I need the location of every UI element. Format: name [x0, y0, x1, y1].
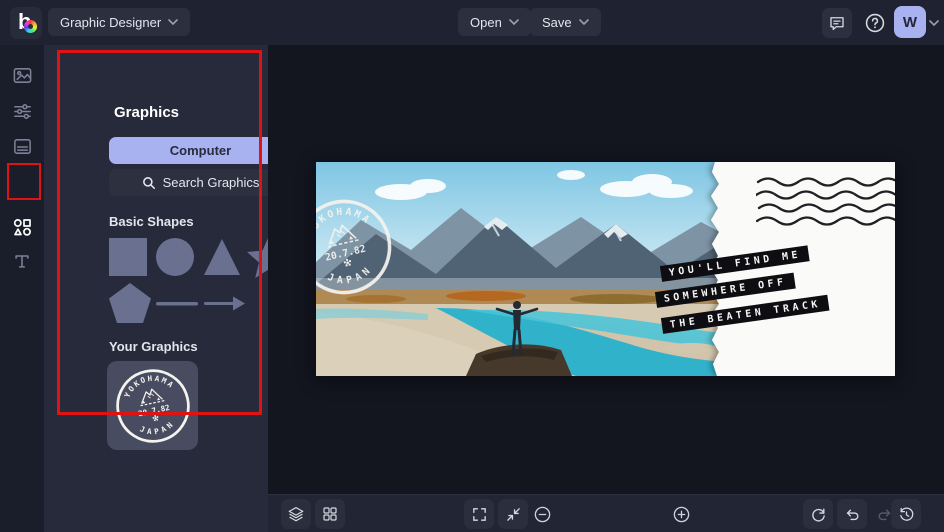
sidebar-item-text[interactable] — [0, 243, 44, 279]
expand-icon — [471, 506, 488, 523]
app-logo[interactable]: b — [10, 7, 42, 39]
color-wheel-icon — [24, 20, 37, 33]
app-mode-label: Graphic Designer — [60, 15, 161, 30]
zoom-in-button[interactable] — [666, 499, 696, 529]
canvas-workspace: YOU'LL FIND ME SOMEWHERE OFF THE BEATEN … — [268, 45, 944, 494]
search-icon — [142, 176, 156, 190]
computer-upload-button[interactable]: Computer — [109, 137, 292, 164]
avatar-initial: W — [903, 14, 917, 31]
sidebar-item-graphics[interactable] — [0, 209, 44, 245]
design-canvas[interactable]: YOU'LL FIND ME SOMEWHERE OFF THE BEATEN … — [316, 162, 895, 376]
help-button[interactable] — [860, 8, 890, 38]
sidebar-item-adjustments[interactable] — [0, 93, 44, 129]
save-button[interactable]: Save — [530, 8, 601, 36]
refresh-icon — [810, 506, 827, 523]
computer-label: Computer — [170, 143, 231, 158]
your-graphics-label: Your Graphics — [109, 339, 198, 354]
graphics-panel: Graphics Computer Search Graphics Basic … — [44, 45, 268, 532]
reset-button[interactable] — [803, 499, 833, 529]
search-graphics-button[interactable]: Search Graphics — [109, 169, 292, 196]
left-toolbar — [0, 45, 45, 532]
plus-circle-icon — [672, 505, 691, 524]
fullscreen-button[interactable] — [464, 499, 494, 529]
app-window: b Graphic Designer Open Save W — [0, 0, 944, 532]
app-mode-menu[interactable]: Graphic Designer — [48, 8, 190, 36]
basic-shapes-label: Basic Shapes — [109, 214, 194, 229]
open-label: Open — [470, 15, 502, 30]
help-icon — [864, 12, 886, 34]
basic-shapes-header[interactable]: Basic Shapes — [109, 213, 292, 229]
chevron-down-icon — [579, 19, 589, 25]
shape-arrow[interactable] — [202, 294, 246, 313]
user-avatar[interactable]: W — [894, 6, 926, 38]
search-graphics-label: Search Graphics — [163, 175, 260, 190]
history-icon — [898, 506, 915, 523]
yokohama-stamp-graphic: YOKOHAMA JAPAN 20.7.82 — [107, 360, 197, 450]
panel-title: Graphics — [114, 104, 179, 121]
account-chevron-down-icon[interactable] — [929, 20, 939, 26]
grid-icon — [322, 506, 338, 522]
chat-icon — [828, 14, 846, 32]
sidebar-item-templates[interactable] — [0, 128, 44, 164]
shape-pentagon[interactable] — [108, 282, 152, 324]
open-button[interactable]: Open — [458, 8, 531, 36]
undo-icon — [844, 506, 861, 523]
undo-button[interactable] — [837, 499, 867, 529]
zoom-out-button[interactable] — [527, 499, 557, 529]
sidebar-item-image[interactable] — [0, 57, 44, 93]
your-graphics-header[interactable]: Your Graphics — [109, 338, 292, 354]
shape-circle[interactable] — [156, 238, 194, 276]
fit-to-screen-button[interactable] — [498, 499, 528, 529]
postal-wave-lines-graphic[interactable] — [756, 176, 895, 238]
history-button[interactable] — [891, 499, 921, 529]
graphics-icon — [11, 216, 33, 238]
chevron-down-icon — [168, 19, 178, 25]
svg-text:20.7.82: 20.7.82 — [137, 402, 170, 417]
shape-triangle[interactable] — [202, 237, 242, 277]
redo-icon — [876, 506, 893, 523]
collapse-icon — [505, 506, 522, 523]
layers-icon — [287, 505, 305, 523]
shape-square[interactable] — [109, 238, 147, 276]
shape-line[interactable] — [156, 302, 198, 306]
templates-icon — [12, 136, 33, 157]
chevron-down-icon — [509, 19, 519, 25]
minus-circle-icon — [533, 505, 552, 524]
grid-view-button[interactable] — [315, 499, 345, 529]
top-bar: b Graphic Designer Open Save W — [0, 0, 944, 46]
feedback-chat-button[interactable] — [822, 8, 852, 38]
layers-button[interactable] — [281, 499, 311, 529]
text-icon — [12, 251, 32, 271]
bottom-toolbar: 41% — [268, 494, 944, 532]
image-icon — [12, 65, 33, 86]
adjustments-icon — [12, 101, 33, 122]
save-label: Save — [542, 15, 572, 30]
your-graphics-stamp-thumbnail[interactable]: YOKOHAMA JAPAN 20.7.82 — [107, 361, 198, 450]
